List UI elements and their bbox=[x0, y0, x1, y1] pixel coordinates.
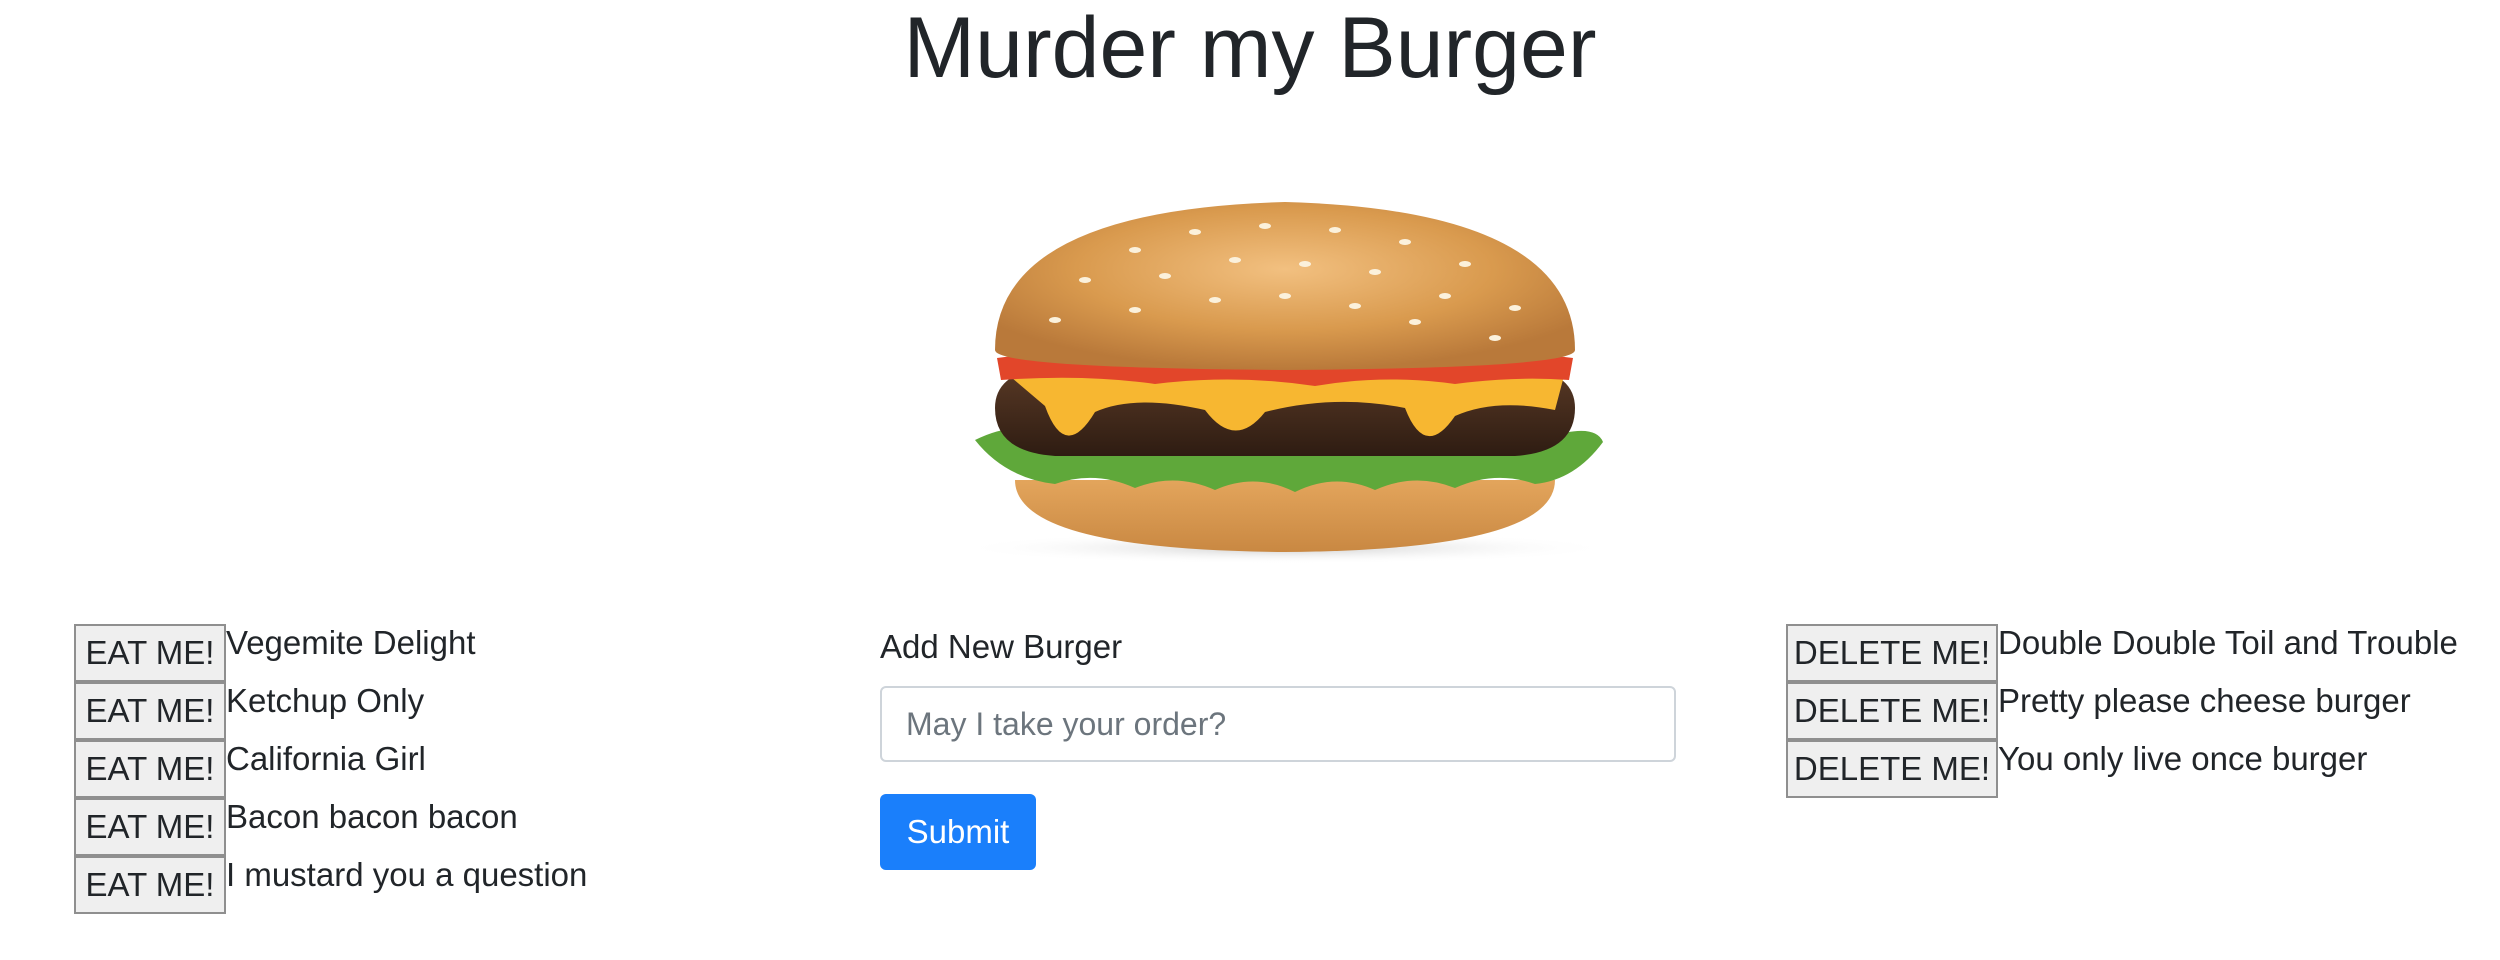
list-item: DELETE ME! Double Double Toil and Troubl… bbox=[1786, 624, 2458, 682]
list-item: EAT ME! Vegemite Delight bbox=[74, 624, 587, 682]
list-item: EAT ME! I mustard you a question bbox=[74, 856, 587, 914]
delete-me-button[interactable]: DELETE ME! bbox=[1786, 624, 1998, 682]
burger-image bbox=[955, 202, 1615, 564]
burger-name-input[interactable] bbox=[880, 686, 1676, 762]
list-item: EAT ME! Ketchup Only bbox=[74, 682, 587, 740]
burger-name: Pretty please cheese burger bbox=[1998, 682, 2411, 719]
uneaten-burger-list: EAT ME! Vegemite Delight EAT ME! Ketchup… bbox=[74, 624, 587, 914]
eat-me-button[interactable]: EAT ME! bbox=[74, 740, 226, 798]
list-item: DELETE ME! Pretty please cheese burger bbox=[1786, 682, 2458, 740]
delete-me-button[interactable]: DELETE ME! bbox=[1786, 682, 1998, 740]
burger-name: Bacon bacon bacon bbox=[226, 798, 518, 835]
list-item: EAT ME! California Girl bbox=[74, 740, 587, 798]
eaten-burger-list: DELETE ME! Double Double Toil and Troubl… bbox=[1786, 624, 2458, 798]
add-burger-form: Add New Burger Submit bbox=[880, 626, 1676, 870]
eat-me-button[interactable]: EAT ME! bbox=[74, 682, 226, 740]
list-item: DELETE ME! You only live once burger bbox=[1786, 740, 2458, 798]
add-burger-label: Add New Burger bbox=[880, 628, 1123, 665]
burger-name: I mustard you a question bbox=[226, 856, 588, 893]
page: Murder my Burger EAT ME! Vegemite Deligh… bbox=[0, 0, 2500, 960]
eat-me-button[interactable]: EAT ME! bbox=[74, 624, 226, 682]
submit-button[interactable]: Submit bbox=[880, 794, 1036, 870]
eat-me-button[interactable]: EAT ME! bbox=[74, 856, 226, 914]
burger-name: Double Double Toil and Trouble bbox=[1998, 624, 2458, 661]
burger-name: California Girl bbox=[226, 740, 426, 777]
eat-me-button[interactable]: EAT ME! bbox=[74, 798, 226, 856]
burger-name: Ketchup Only bbox=[226, 682, 425, 719]
burger-name: You only live once burger bbox=[1998, 740, 2368, 777]
delete-me-button[interactable]: DELETE ME! bbox=[1786, 740, 1998, 798]
burger-name: Vegemite Delight bbox=[226, 624, 476, 661]
list-item: EAT ME! Bacon bacon bacon bbox=[74, 798, 587, 856]
page-title: Murder my Burger bbox=[903, 0, 1597, 96]
